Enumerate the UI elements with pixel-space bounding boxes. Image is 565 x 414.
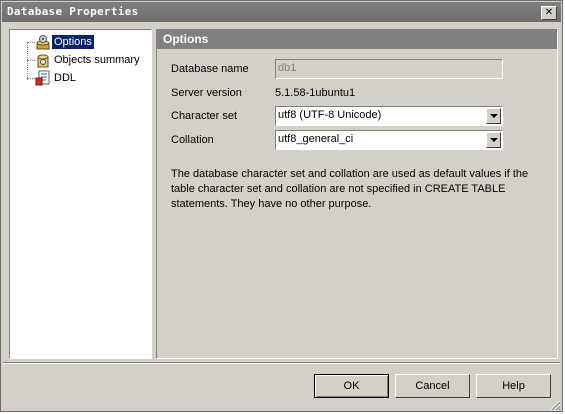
divider	[3, 362, 560, 364]
close-icon: ✕	[544, 7, 554, 18]
description-text: The database character set and collation…	[171, 168, 529, 210]
objects-summary-icon: i	[37, 54, 49, 68]
server-version-label: Server version	[171, 87, 242, 99]
resize-grip-icon[interactable]	[549, 399, 561, 411]
ddl-icon	[35, 70, 50, 86]
navigation-tree: Options i Objects summary DDL	[9, 29, 152, 359]
window-title: Database Properties	[7, 5, 139, 18]
character-set-label: Character set	[171, 110, 238, 122]
close-button[interactable]: ✕	[541, 6, 557, 20]
tree-item-label: Objects summary	[54, 54, 140, 66]
tree-connector	[27, 78, 35, 79]
collation-label: Collation	[171, 134, 214, 146]
chevron-down-icon[interactable]	[486, 132, 501, 148]
collation-select[interactable]: utf8_general_ci	[275, 130, 503, 150]
cancel-button[interactable]: Cancel	[395, 374, 470, 398]
character-set-value: utf8 (UTF-8 Unicode)	[278, 109, 382, 121]
options-panel: Options Database name db1 Server version…	[156, 29, 558, 359]
server-version-value: 5.1.58-1ubuntu1	[275, 87, 356, 99]
section-header: Options	[157, 30, 557, 49]
tree-connector	[27, 60, 35, 61]
chevron-down-icon[interactable]	[486, 108, 501, 124]
options-icon	[36, 35, 50, 50]
database-name-field: db1	[275, 59, 503, 79]
tree-item-label: Options	[52, 35, 94, 49]
ok-button[interactable]: OK	[314, 374, 389, 398]
character-set-select[interactable]: utf8 (UTF-8 Unicode)	[275, 106, 503, 126]
database-properties-dialog: Database Properties ✕ Options i Objects …	[0, 0, 563, 412]
title-bar[interactable]: Database Properties ✕	[2, 2, 561, 22]
tree-connector	[27, 42, 28, 80]
help-button[interactable]: Help	[476, 374, 551, 398]
tree-connector	[27, 42, 35, 43]
database-name-label: Database name	[171, 63, 249, 75]
collation-value: utf8_general_ci	[278, 133, 354, 145]
svg-text:i: i	[42, 60, 43, 66]
tree-item-label: DDL	[54, 72, 77, 84]
